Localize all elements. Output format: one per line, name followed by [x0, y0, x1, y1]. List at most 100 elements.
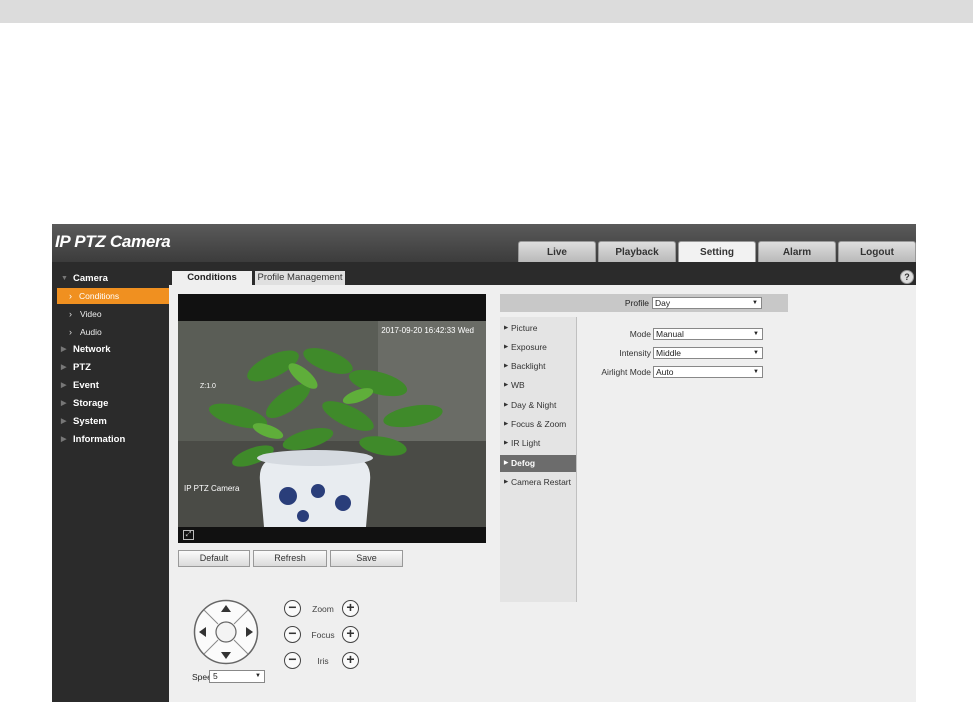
content-area: Conditions Profile Management ? 2017-09-… [169, 262, 916, 702]
focus-far-button[interactable]: + [342, 626, 359, 643]
menu-item-label: Day & Night [511, 400, 557, 410]
menu-item-wb[interactable]: ▶ WB [500, 377, 576, 394]
iris-label: Iris [317, 656, 329, 666]
nav-tab-setting[interactable]: Setting [678, 241, 756, 262]
profile-select[interactable]: Day ▼ [652, 297, 762, 309]
sidebar-item-label: Camera [73, 273, 108, 284]
tab-conditions[interactable]: Conditions [172, 271, 252, 285]
ptz-direction-pad[interactable] [193, 599, 259, 665]
top-strip [0, 0, 973, 23]
caret-right-icon: ▶ [61, 364, 67, 371]
sidebar-item-label: Event [73, 380, 99, 391]
dropdown-arrow-icon: ▼ [752, 300, 758, 306]
dropdown-arrow-icon: ▼ [255, 673, 261, 679]
nav-tab-live[interactable]: Live [518, 241, 596, 262]
caret-right-icon: ▶ [504, 402, 509, 408]
airlight-mode-select[interactable]: Auto ▼ [653, 366, 763, 378]
sidebar-item-label: Information [73, 434, 126, 445]
caret-right-icon: ▶ [61, 346, 67, 353]
fullscreen-icon[interactable]: ⤢ [183, 530, 194, 540]
nav-tab-alarm[interactable]: Alarm [758, 241, 836, 262]
caret-right-icon: ▶ [504, 421, 509, 427]
sidebar-sub-audio[interactable]: › Audio [52, 324, 169, 340]
menu-item-label: Picture [511, 323, 538, 333]
iris-open-button[interactable]: + [342, 652, 359, 669]
video-timestamp: 2017-09-20 16:42:33 Wed [381, 326, 474, 335]
chevron-right-icon: › [69, 309, 72, 319]
sidebar-item-event[interactable]: ▶ Event [52, 377, 169, 395]
menu-item-defog[interactable]: ▶ Defog [500, 455, 576, 472]
sidebar-sub-conditions[interactable]: › Conditions [57, 288, 169, 304]
brand-title: IP PTZ Camera [55, 232, 171, 251]
intensity-value: Middle [656, 348, 682, 358]
chevron-right-icon: › [69, 327, 72, 337]
sidebar-item-label: PTZ [73, 362, 91, 373]
sidebar-item-system[interactable]: ▶ System [52, 413, 169, 431]
save-button[interactable]: Save [330, 550, 403, 567]
sidebar-sub-video[interactable]: › Video [52, 306, 169, 322]
zoom-label: Zoom [312, 604, 334, 614]
caret-right-icon: ▶ [61, 382, 67, 389]
refresh-button[interactable]: Refresh [253, 550, 327, 567]
caret-right-icon: ▶ [61, 418, 67, 425]
caret-right-icon: ▶ [504, 460, 509, 466]
menu-item-camera-restart[interactable]: ▶ Camera Restart [500, 474, 576, 491]
menu-item-label: IR Light [511, 438, 541, 448]
caret-right-icon: ▶ [504, 382, 509, 388]
header-bar: IP PTZ Camera Live Playback Setting Alar… [52, 224, 916, 262]
zoom-in-button[interactable]: + [342, 600, 359, 617]
caret-right-icon: ▶ [504, 363, 509, 369]
speed-value: 5 [213, 671, 218, 681]
chevron-right-icon: › [69, 291, 72, 301]
menu-item-day-night[interactable]: ▶ Day & Night [500, 397, 576, 414]
nav-tab-playback[interactable]: Playback [598, 241, 676, 262]
airlight-mode-value: Auto [656, 367, 674, 377]
video-camera-label: IP PTZ Camera [184, 484, 240, 493]
caret-right-icon: ▶ [61, 400, 67, 407]
mode-select[interactable]: Manual ▼ [653, 328, 763, 340]
video-preview[interactable]: 2017-09-20 16:42:33 Wed Z:1.0 IP PTZ Cam… [178, 294, 486, 543]
menu-item-label: Camera Restart [511, 477, 571, 487]
sidebar: ▼ Camera › Conditions › Video › Audio ▶ … [52, 262, 169, 702]
profile-label: Profile [624, 298, 649, 308]
profile-value: Day [655, 298, 671, 308]
video-zoom-label: Z:1.0 [200, 383, 216, 390]
chevron-down-icon: ▼ [61, 275, 68, 282]
nav-tab-logout[interactable]: Logout [838, 241, 916, 262]
default-button[interactable]: Default [178, 550, 250, 567]
focus-label: Focus [311, 630, 335, 640]
sidebar-item-ptz[interactable]: ▶ PTZ [52, 359, 169, 377]
sidebar-item-label: System [73, 416, 107, 427]
focus-near-button[interactable]: − [284, 626, 301, 643]
dropdown-arrow-icon: ▼ [753, 369, 759, 375]
menu-item-ir-light[interactable]: ▶ IR Light [500, 435, 576, 452]
caret-right-icon: ▶ [504, 325, 509, 331]
profile-bar: Profile Day ▼ [500, 294, 788, 312]
help-icon[interactable]: ? [900, 270, 914, 284]
sidebar-item-label: Storage [73, 398, 109, 409]
plant-image [178, 321, 486, 527]
sidebar-item-network[interactable]: ▶ Network [52, 341, 169, 359]
sidebar-item-label: Network [73, 344, 111, 355]
menu-item-label: Exposure [511, 342, 547, 352]
dropdown-arrow-icon: ▼ [753, 350, 759, 356]
main-nav: Live Playback Setting Alarm Logout [516, 241, 916, 262]
sidebar-item-camera[interactable]: ▼ Camera [52, 270, 169, 288]
menu-item-focus-zoom[interactable]: ▶ Focus & Zoom [500, 416, 576, 433]
menu-item-label: WB [511, 380, 525, 390]
camera-web-app: IP PTZ Camera Live Playback Setting Alar… [52, 224, 916, 702]
sidebar-item-information[interactable]: ▶ Information [52, 431, 169, 449]
speed-select[interactable]: 5 ▼ [209, 670, 265, 683]
sidebar-sub-label: Audio [80, 327, 102, 337]
intensity-select[interactable]: Middle ▼ [653, 347, 763, 359]
menu-item-label: Focus & Zoom [511, 419, 567, 429]
caret-right-icon: ▶ [504, 440, 509, 446]
caret-right-icon: ▶ [504, 344, 509, 350]
zoom-out-button[interactable]: − [284, 600, 301, 617]
mode-label: Mode [629, 329, 651, 339]
sidebar-item-storage[interactable]: ▶ Storage [52, 395, 169, 413]
conditions-menu: ▶ Picture ▶ Exposure ▶ Backlight ▶ WB ▶ … [500, 317, 577, 602]
iris-close-button[interactable]: − [284, 652, 301, 669]
tab-profile-management[interactable]: Profile Management [255, 271, 345, 285]
menu-item-label: Backlight [511, 361, 546, 371]
